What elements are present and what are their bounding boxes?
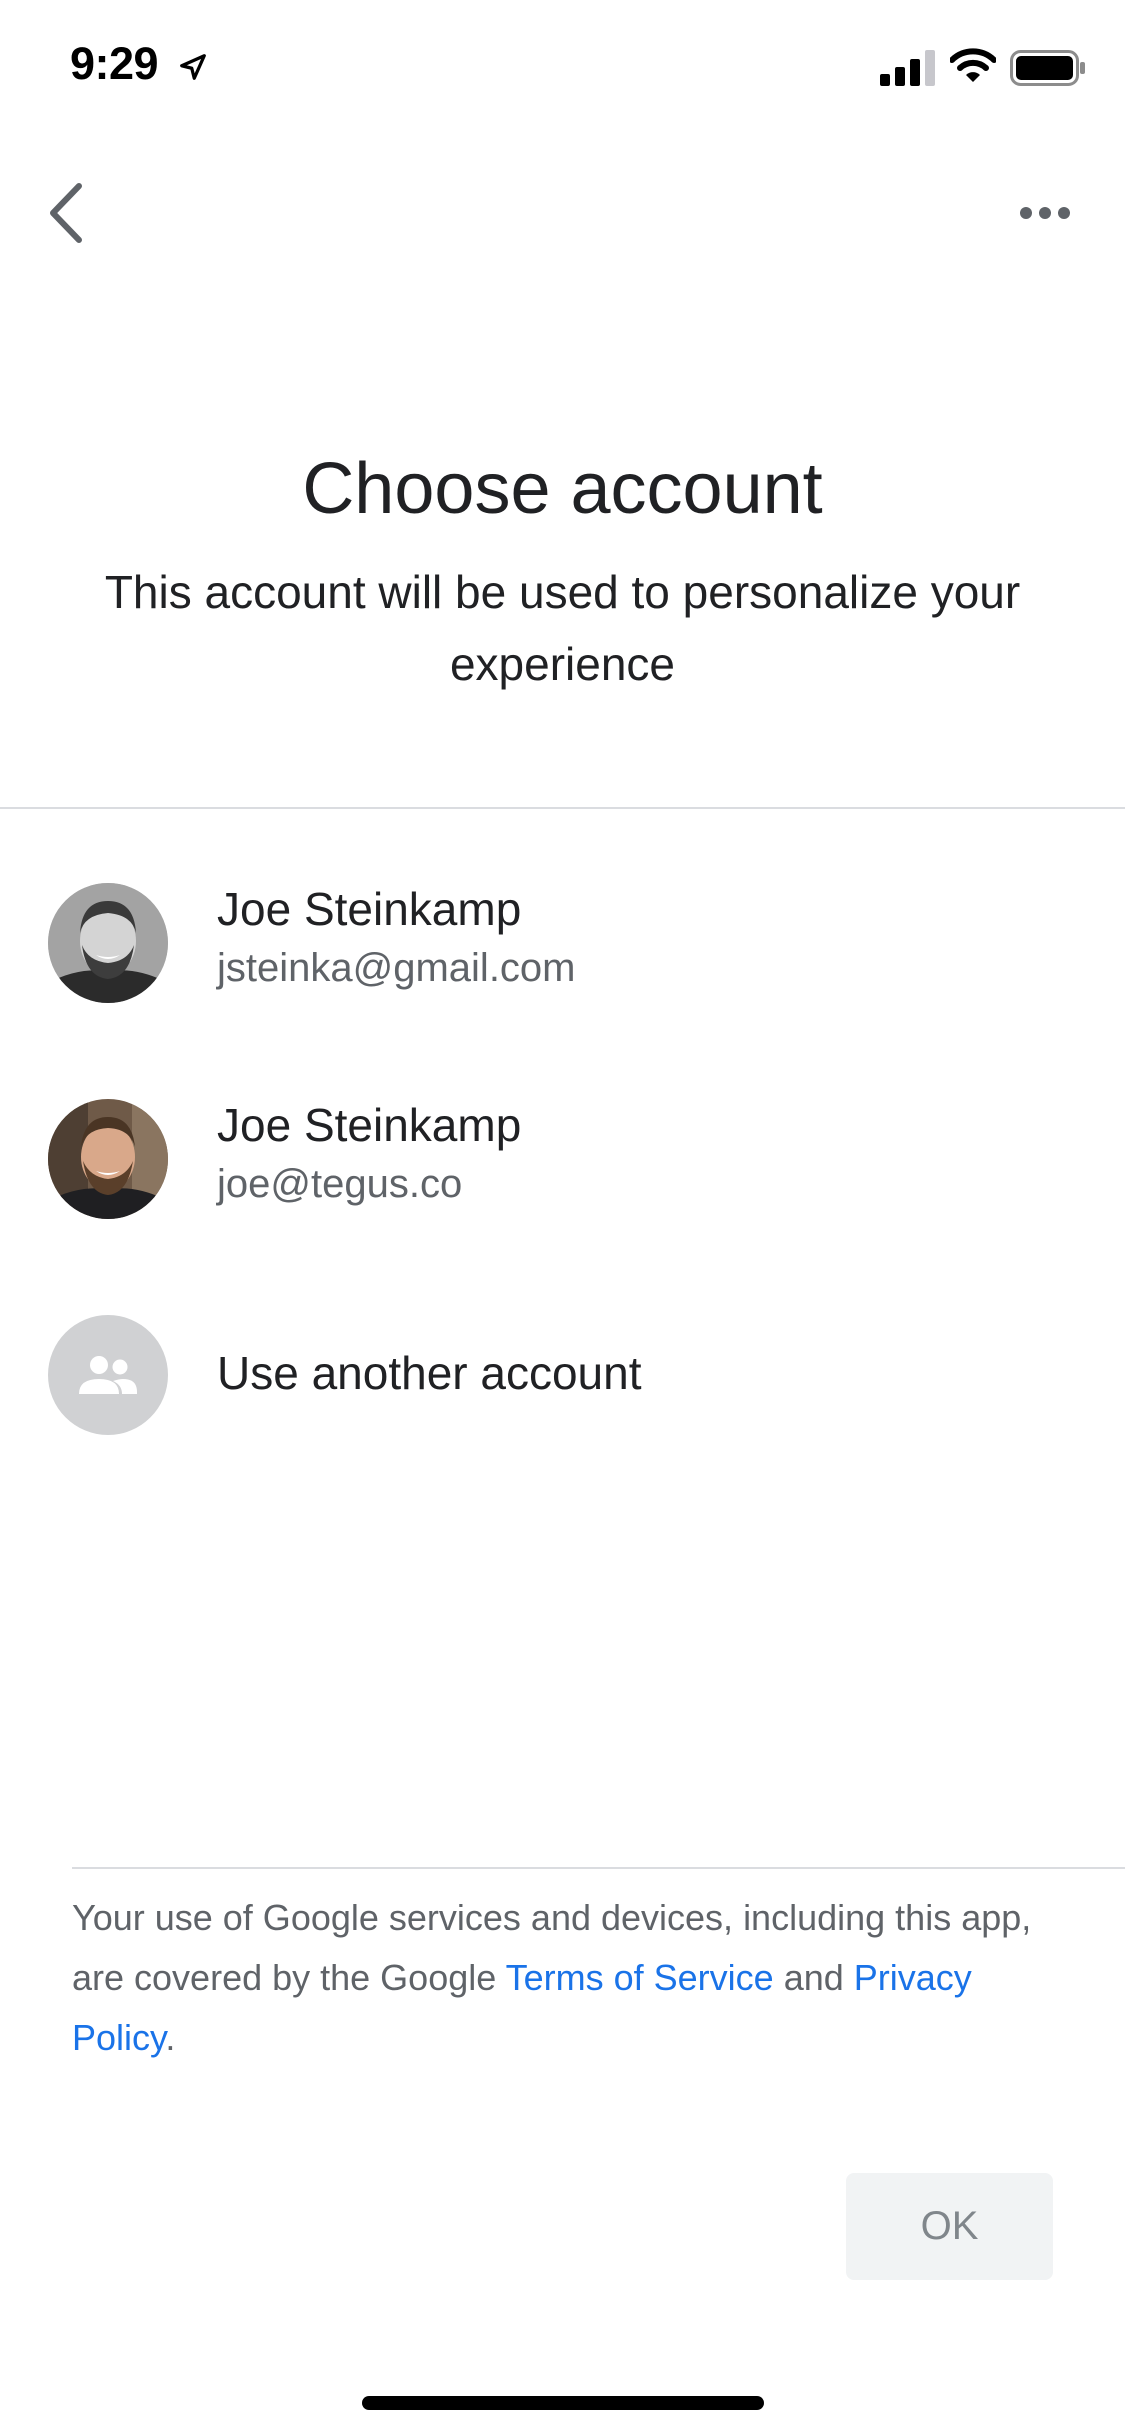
people-icon	[48, 1315, 168, 1435]
avatar	[48, 1099, 168, 1219]
terms-of-service-link[interactable]: Terms of Service	[506, 1957, 774, 1998]
page-subtitle: This account will be used to personalize…	[104, 566, 1021, 690]
home-indicator[interactable]	[362, 2396, 764, 2410]
use-another-account-label: Use another account	[217, 1347, 642, 1399]
status-time: 9:29	[70, 38, 159, 89]
footer-divider	[72, 1867, 1125, 1869]
back-button[interactable]	[30, 170, 100, 260]
page-title: Choose account	[302, 449, 823, 529]
legal-text-suffix: .	[165, 2017, 176, 2058]
account-name: Joe Steinkamp	[217, 1099, 522, 1151]
battery-icon	[1010, 50, 1086, 91]
account-email: joe@tegus.co	[217, 1162, 463, 1206]
cellular-signal-icon	[880, 50, 936, 91]
account-name: Joe Steinkamp	[217, 883, 522, 935]
account-item[interactable]: Joe Steinkamp jsteinka@gmail.com	[0, 860, 1125, 1030]
more-options-button[interactable]	[1000, 180, 1090, 250]
legal-text-and: and	[773, 1957, 854, 1998]
wifi-icon	[949, 48, 997, 89]
avatar	[48, 883, 168, 1003]
legal-text: Your use of Google services and devices,…	[72, 1888, 1032, 2068]
chevron-left-icon	[45, 182, 85, 249]
more-horizontal-icon	[1019, 206, 1071, 225]
divider	[0, 807, 1125, 809]
account-item[interactable]: Joe Steinkamp joe@tegus.co	[0, 1076, 1125, 1246]
use-another-account-item[interactable]: Use another account	[0, 1292, 1125, 1462]
ok-button[interactable]: OK	[846, 2173, 1053, 2280]
account-email: jsteinka@gmail.com	[217, 946, 576, 990]
location-arrow-icon	[178, 52, 208, 87]
